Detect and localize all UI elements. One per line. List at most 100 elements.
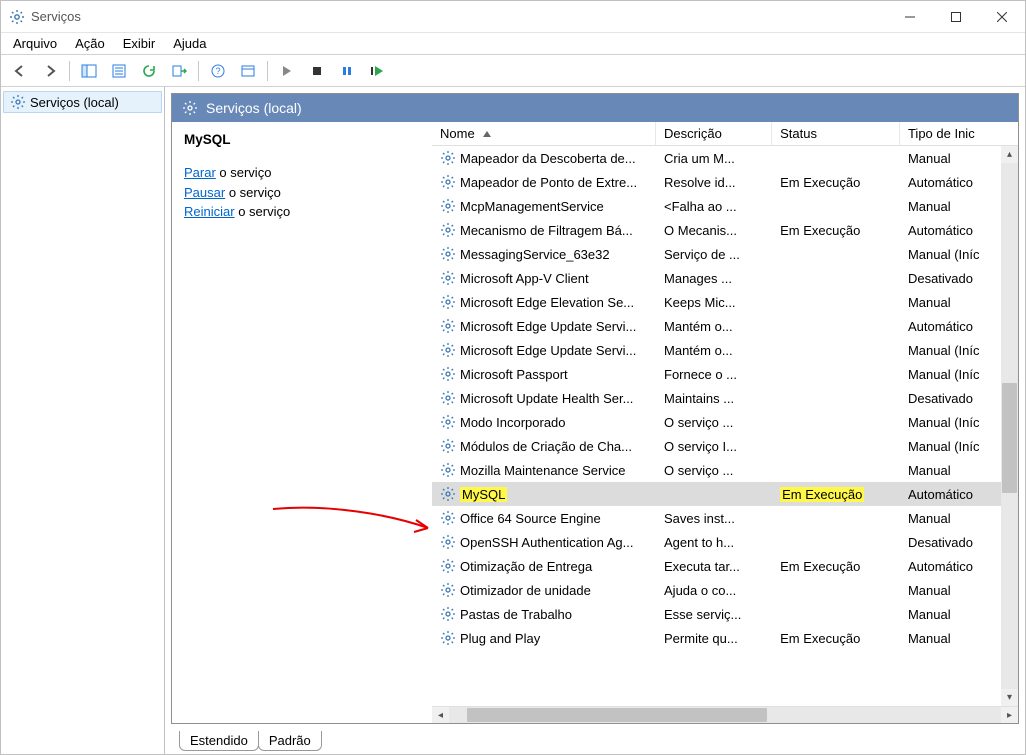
table-row[interactable]: OpenSSH Authentication Ag...Agent to h..… bbox=[432, 530, 1018, 554]
pause-button[interactable] bbox=[334, 59, 360, 83]
table-row[interactable]: Modo IncorporadoO serviço ...Manual (Iní… bbox=[432, 410, 1018, 434]
gear-icon bbox=[440, 558, 456, 574]
cell-desc: Executa tar... bbox=[656, 559, 772, 574]
cell-desc: Manages ... bbox=[656, 271, 772, 286]
cell-status: Em Execução bbox=[772, 631, 900, 646]
stop-button[interactable] bbox=[304, 59, 330, 83]
toolbar-separator bbox=[198, 61, 199, 81]
table-row[interactable]: Microsoft Update Health Ser...Maintains … bbox=[432, 386, 1018, 410]
cell-name: Microsoft Edge Elevation Se... bbox=[432, 294, 656, 310]
tree-pane: Serviços (local) bbox=[1, 87, 165, 754]
show-hide-tree-button[interactable] bbox=[76, 59, 102, 83]
refresh-button[interactable] bbox=[136, 59, 162, 83]
table-row[interactable]: Microsoft Edge Elevation Se...Keeps Mic.… bbox=[432, 290, 1018, 314]
scroll-thumb[interactable] bbox=[467, 708, 767, 722]
vertical-scrollbar[interactable]: ▴ ▾ bbox=[1001, 146, 1018, 706]
tab-standard[interactable]: Padrão bbox=[258, 731, 322, 751]
table-row[interactable]: Microsoft Edge Update Servi...Mantém o..… bbox=[432, 338, 1018, 362]
gear-icon bbox=[440, 198, 456, 214]
table-row[interactable]: Plug and PlayPermite qu...Em ExecuçãoMan… bbox=[432, 626, 1018, 650]
cell-name: Office 64 Source Engine bbox=[432, 510, 656, 526]
table-row[interactable]: Microsoft App-V ClientManages ...Desativ… bbox=[432, 266, 1018, 290]
action-pause-row: Pausar o serviço bbox=[184, 183, 420, 203]
cell-name: Mapeador de Ponto de Extre... bbox=[432, 174, 656, 190]
gear-icon bbox=[440, 438, 456, 454]
selected-service-name: MySQL bbox=[184, 132, 420, 147]
table-row[interactable]: Mapeador de Ponto de Extre...Resolve id.… bbox=[432, 170, 1018, 194]
cell-name: Mozilla Maintenance Service bbox=[432, 462, 656, 478]
help-button[interactable]: ? bbox=[205, 59, 231, 83]
menu-file[interactable]: Arquivo bbox=[5, 34, 65, 53]
gear-icon bbox=[440, 630, 456, 646]
gear-icon bbox=[440, 414, 456, 430]
start-button[interactable] bbox=[274, 59, 300, 83]
table-row[interactable]: Otimizador de unidadeAjuda o co...Manual bbox=[432, 578, 1018, 602]
restart-button[interactable] bbox=[364, 59, 390, 83]
table-row[interactable]: Otimização de EntregaExecuta tar...Em Ex… bbox=[432, 554, 1018, 578]
scroll-down-icon[interactable]: ▾ bbox=[1001, 689, 1018, 706]
menu-action[interactable]: Ação bbox=[67, 34, 113, 53]
scroll-thumb[interactable] bbox=[1002, 383, 1017, 493]
cell-name: Mapeador da Descoberta de... bbox=[432, 150, 656, 166]
tree-root[interactable]: Serviços (local) bbox=[3, 91, 162, 113]
show-columns-button[interactable] bbox=[235, 59, 261, 83]
service-name: Módulos de Criação de Cha... bbox=[460, 439, 632, 454]
forward-button[interactable] bbox=[37, 59, 63, 83]
pause-link[interactable]: Pausar bbox=[184, 185, 225, 200]
service-name: Mapeador da Descoberta de... bbox=[460, 151, 636, 166]
scroll-up-icon[interactable]: ▴ bbox=[1001, 146, 1018, 163]
scroll-right-icon[interactable]: ▸ bbox=[1001, 707, 1018, 723]
properties-button[interactable] bbox=[106, 59, 132, 83]
col-header-desc[interactable]: Descrição bbox=[656, 122, 772, 145]
table-row[interactable]: MessagingService_63e32Serviço de ...Manu… bbox=[432, 242, 1018, 266]
table-row[interactable]: Mapeador da Descoberta de...Cria um M...… bbox=[432, 146, 1018, 170]
cell-desc: <Falha ao ... bbox=[656, 199, 772, 214]
title-left: Serviços bbox=[1, 9, 887, 25]
col-header-start[interactable]: Tipo de Inic bbox=[900, 122, 1018, 145]
table-row[interactable]: McpManagementService<Falha ao ...Manual bbox=[432, 194, 1018, 218]
table-row[interactable]: Mozilla Maintenance ServiceO serviço ...… bbox=[432, 458, 1018, 482]
scroll-left-icon[interactable]: ◂ bbox=[432, 707, 449, 723]
service-name: McpManagementService bbox=[460, 199, 604, 214]
column-headers: Nome Descrição Status Tipo de Inic bbox=[432, 122, 1018, 146]
service-name: Otimização de Entrega bbox=[460, 559, 592, 574]
col-header-status[interactable]: Status bbox=[772, 122, 900, 145]
tab-extended[interactable]: Estendido bbox=[179, 731, 259, 751]
gear-icon bbox=[440, 294, 456, 310]
cell-desc: Permite qu... bbox=[656, 631, 772, 646]
window-title: Serviços bbox=[31, 9, 81, 24]
col-header-name-label: Nome bbox=[440, 126, 475, 141]
close-button[interactable] bbox=[979, 1, 1025, 32]
table-row[interactable]: Microsoft PassportFornece o ...Manual (I… bbox=[432, 362, 1018, 386]
maximize-button[interactable] bbox=[933, 1, 979, 32]
stop-link[interactable]: Parar bbox=[184, 165, 216, 180]
horizontal-scrollbar[interactable]: ◂ ▸ bbox=[432, 706, 1018, 723]
back-button[interactable] bbox=[7, 59, 33, 83]
service-name: Mozilla Maintenance Service bbox=[460, 463, 625, 478]
cell-desc: Maintains ... bbox=[656, 391, 772, 406]
cell-name: MessagingService_63e32 bbox=[432, 246, 656, 262]
menu-help[interactable]: Ajuda bbox=[165, 34, 214, 53]
svg-text:?: ? bbox=[215, 66, 220, 76]
menu-view[interactable]: Exibir bbox=[115, 34, 164, 53]
restart-link[interactable]: Reiniciar bbox=[184, 204, 235, 219]
table-row[interactable]: Pastas de TrabalhoEsse serviç...Manual bbox=[432, 602, 1018, 626]
cell-desc: Mantém o... bbox=[656, 319, 772, 334]
table-row[interactable]: Mecanismo de Filtragem Bá...O Mecanis...… bbox=[432, 218, 1018, 242]
cell-name: Otimizador de unidade bbox=[432, 582, 656, 598]
scroll-track[interactable] bbox=[1001, 163, 1018, 689]
minimize-button[interactable] bbox=[887, 1, 933, 32]
table-row[interactable]: Office 64 Source EngineSaves inst...Manu… bbox=[432, 506, 1018, 530]
cell-name: Mecanismo de Filtragem Bá... bbox=[432, 222, 656, 238]
detail-panel: MySQL Parar o serviço Pausar o serviço R… bbox=[172, 122, 432, 723]
col-header-name[interactable]: Nome bbox=[432, 122, 656, 145]
pane-title: Serviços (local) bbox=[206, 100, 302, 116]
table-row[interactable]: Módulos de Criação de Cha...O serviço I.… bbox=[432, 434, 1018, 458]
export-button[interactable] bbox=[166, 59, 192, 83]
gear-icon bbox=[440, 462, 456, 478]
cell-status: Em Execução bbox=[772, 175, 900, 190]
cell-desc: Serviço de ... bbox=[656, 247, 772, 262]
table-row[interactable]: MySQLEm ExecuçãoAutomático bbox=[432, 482, 1018, 506]
scroll-track[interactable] bbox=[449, 707, 1001, 723]
table-row[interactable]: Microsoft Edge Update Servi...Mantém o..… bbox=[432, 314, 1018, 338]
